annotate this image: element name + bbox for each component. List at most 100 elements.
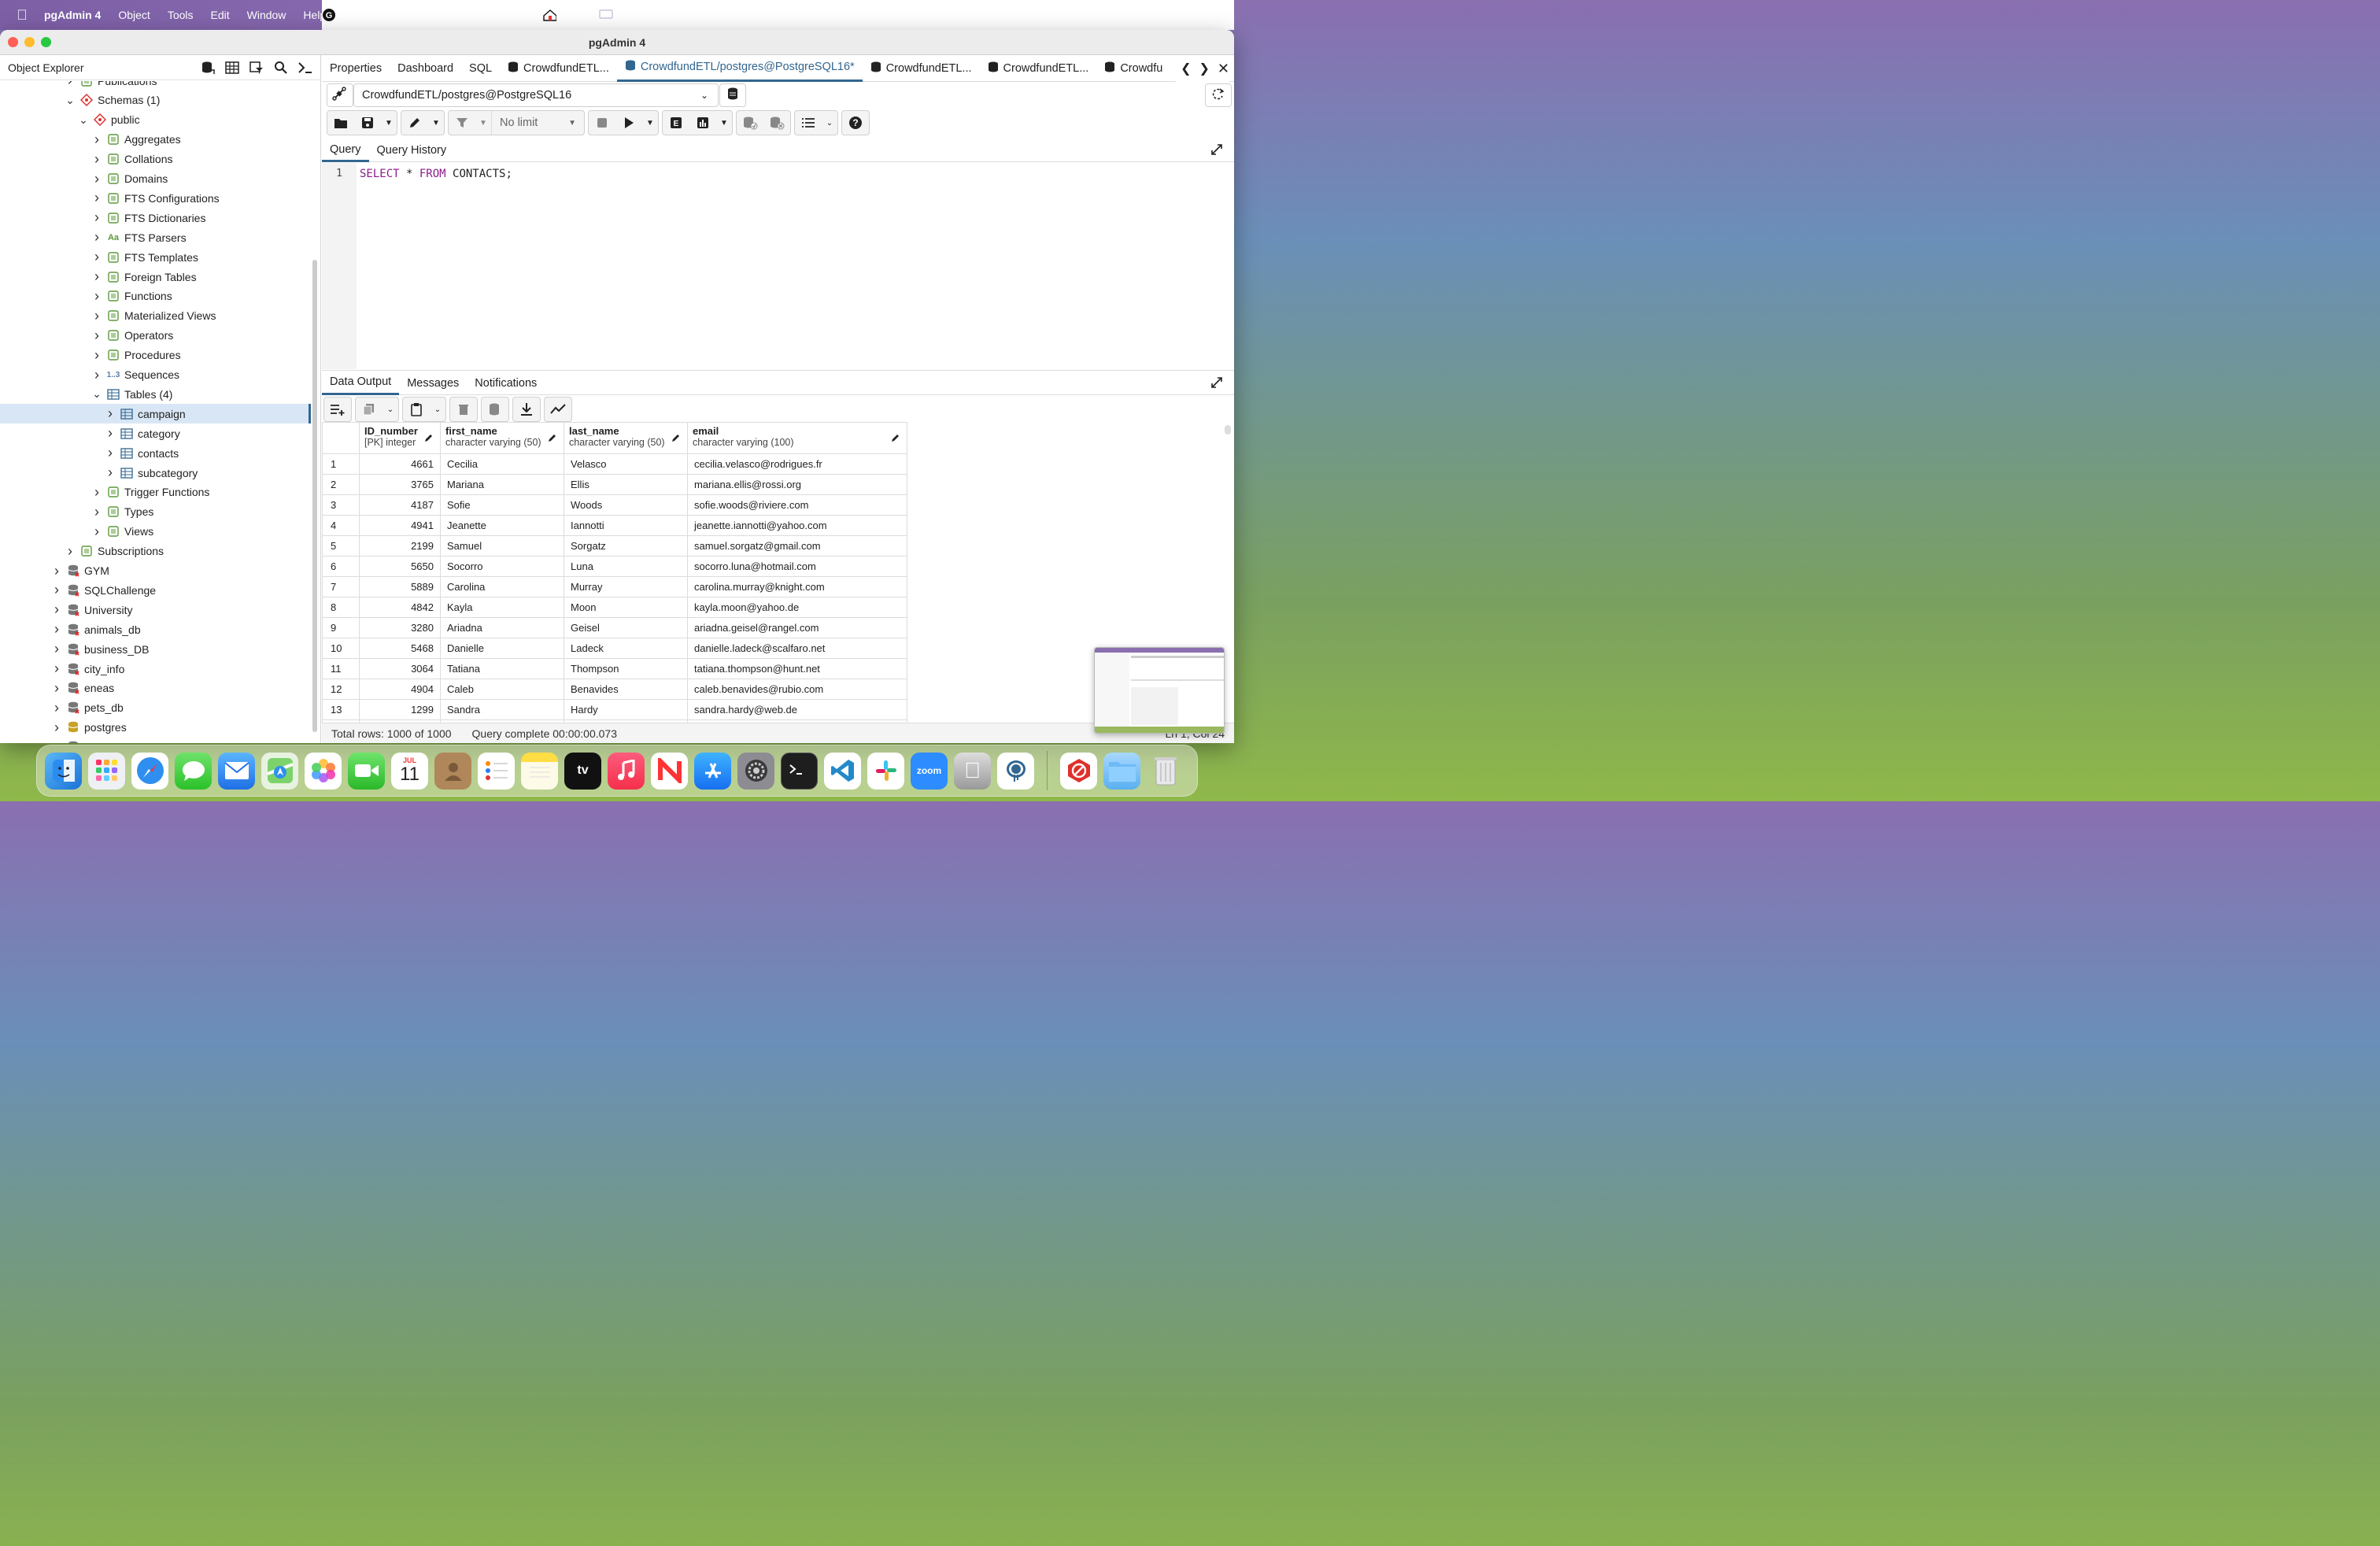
- id-number-cell[interactable]: 4842: [359, 597, 441, 618]
- system-settings-icon[interactable]: [737, 752, 774, 790]
- last-name-cell[interactable]: Sorgatz: [564, 535, 688, 557]
- chevron-right-icon[interactable]: ›: [105, 445, 116, 461]
- maps-icon[interactable]: [261, 752, 298, 790]
- first-name-cell[interactable]: Carolina: [440, 576, 564, 597]
- row-number-cell[interactable]: 1: [322, 453, 360, 475]
- email-cell[interactable]: sofie.woods@riviere.com: [687, 494, 907, 516]
- tab-sql[interactable]: SQL: [461, 55, 500, 82]
- screen-mirror-icon[interactable]: [599, 8, 613, 22]
- table-row[interactable]: 3 4187 Sofie Woods sofie.woods@riviere.com: [322, 494, 907, 516]
- id-number-cell[interactable]: 4904: [359, 679, 441, 700]
- database-query-icon[interactable]: [197, 57, 218, 78]
- contacts-icon[interactable]: [434, 752, 471, 790]
- grammarly-icon[interactable]: G: [322, 8, 336, 22]
- row-number-cell[interactable]: 12: [322, 679, 360, 700]
- email-cell[interactable]: caleb.benavides@rubio.com: [687, 679, 907, 700]
- chevron-right-icon[interactable]: ›: [91, 327, 102, 344]
- apple-icon[interactable]: : [0, 7, 44, 24]
- first-name-cell[interactable]: Socorro: [440, 556, 564, 577]
- chevron-right-icon[interactable]: ›: [91, 190, 102, 206]
- tree-scrollbar[interactable]: [312, 260, 317, 732]
- chevron-right-icon[interactable]: ›: [91, 229, 102, 246]
- tree-item-fts-parsers[interactable]: › Aa FTS Parsers: [0, 227, 311, 247]
- chevron-right-icon[interactable]: ›: [105, 464, 116, 481]
- menu-window[interactable]: Window: [247, 9, 286, 21]
- table-row[interactable]: 7 5889 Carolina Murray carolina.murray@knigh…: [322, 576, 907, 597]
- table-row[interactable]: 13 1299 Sandra Hardy sandra.hardy@web.de: [322, 699, 907, 720]
- vscode-icon[interactable]: [824, 752, 861, 790]
- commit-icon[interactable]: [737, 111, 763, 135]
- id-number-cell[interactable]: 5650: [359, 556, 441, 577]
- control-center-icon[interactable]: [714, 8, 729, 22]
- chevron-right-icon[interactable]: ›: [91, 268, 102, 285]
- chevron-right-icon[interactable]: ›: [51, 700, 62, 716]
- chevron-right-icon[interactable]: ›: [51, 582, 62, 598]
- refresh-button[interactable]: [1205, 83, 1232, 107]
- macros-list-icon[interactable]: [795, 111, 822, 135]
- last-name-cell[interactable]: Luna: [564, 556, 688, 577]
- chevron-right-icon[interactable]: ›: [51, 641, 62, 657]
- table-row[interactable]: 8 4842 Kayla Moon kayla.moon@yahoo.de: [322, 597, 907, 618]
- edit-pencil-icon[interactable]: [401, 111, 428, 135]
- row-number-cell[interactable]: 11: [322, 658, 360, 679]
- mem-stat[interactable]: MEM 49%: [379, 7, 396, 24]
- chevron-right-icon[interactable]: ›: [105, 425, 116, 442]
- paste-icon[interactable]: [403, 398, 430, 421]
- photos-icon[interactable]: [305, 752, 342, 790]
- tree-item-trigger-functions[interactable]: › Trigger Functions: [0, 483, 311, 502]
- psql-tool-icon[interactable]: [294, 57, 316, 78]
- mail-icon[interactable]: [218, 752, 255, 790]
- first-name-cell[interactable]: Jeanette: [440, 515, 564, 536]
- execute-options-chevron-icon[interactable]: ▼: [642, 111, 658, 135]
- tree-item-types[interactable]: › Types: [0, 502, 311, 522]
- explain-icon[interactable]: E: [663, 111, 689, 135]
- expand-output-icon[interactable]: [1210, 376, 1223, 392]
- row-number-cell[interactable]: 8: [322, 597, 360, 618]
- music-icon[interactable]: [608, 752, 645, 790]
- chevron-right-icon[interactable]: ›: [91, 249, 102, 265]
- chevron-right-icon[interactable]: ›: [51, 621, 62, 638]
- last-name-cell[interactable]: Ladeck: [564, 638, 688, 659]
- macros-chevron-icon[interactable]: ⌄: [822, 111, 837, 135]
- first-name-cell[interactable]: Tatiana: [440, 658, 564, 679]
- chevron-right-icon[interactable]: ›: [51, 719, 62, 736]
- messages-icon[interactable]: [175, 752, 212, 790]
- first-name-cell[interactable]: Kayla: [440, 597, 564, 618]
- last-name-cell[interactable]: Iannotti: [564, 515, 688, 536]
- first-name-cell[interactable]: Cecilia: [440, 453, 564, 475]
- app-store-icon[interactable]: [694, 752, 731, 790]
- stop-icon[interactable]: [589, 111, 615, 135]
- tree-item-domains[interactable]: › Domains: [0, 169, 311, 189]
- tree-item-aggregates[interactable]: › Aggregates: [0, 130, 311, 150]
- table-row[interactable]: 10 5468 Danielle Ladeck danielle.ladeck@scal…: [322, 638, 907, 659]
- tree-item-campaign[interactable]: › campaign: [0, 404, 311, 424]
- tree-item-fts-dictionaries[interactable]: › FTS Dictionaries: [0, 208, 311, 227]
- column-header-first-name[interactable]: first_name character varying (50): [440, 422, 564, 454]
- email-cell[interactable]: mariana.ellis@rossi.org: [687, 474, 907, 495]
- tab-query-history[interactable]: Query History: [369, 139, 455, 162]
- email-cell[interactable]: carolina.murray@knight.com: [687, 576, 907, 597]
- tab-crowdfund-4[interactable]: CrowdfundETL...: [980, 55, 1097, 82]
- row-number-cell[interactable]: 5: [322, 535, 360, 557]
- apple-tv-icon[interactable]: tv: [564, 752, 601, 790]
- search-icon[interactable]: [270, 57, 291, 78]
- filter-icon[interactable]: [449, 111, 475, 135]
- email-cell[interactable]: kayla.moon@yahoo.de: [687, 597, 907, 618]
- row-number-cell[interactable]: 6: [322, 556, 360, 577]
- row-number-cell[interactable]: 4: [322, 515, 360, 536]
- open-file-icon[interactable]: [327, 111, 354, 135]
- save-file-icon[interactable]: [354, 111, 381, 135]
- column-header-email[interactable]: email character varying (100): [687, 422, 907, 454]
- chevron-right-icon[interactable]: ›: [91, 288, 102, 305]
- filtered-rows-icon[interactable]: [246, 57, 267, 78]
- chevron-right-icon[interactable]: ›: [91, 308, 102, 324]
- first-name-cell[interactable]: Sandra: [440, 699, 564, 720]
- last-name-cell[interactable]: Moon: [564, 597, 688, 618]
- id-number-cell[interactable]: 4941: [359, 515, 441, 536]
- id-number-cell[interactable]: 1299: [359, 699, 441, 720]
- reminders-icon[interactable]: [478, 752, 515, 790]
- explain-analyze-icon[interactable]: [689, 111, 716, 135]
- tree-item-sqlchallenge[interactable]: › SQLChallenge: [0, 580, 311, 600]
- first-name-cell[interactable]: Sofie: [440, 494, 564, 516]
- slack-icon[interactable]: [867, 752, 904, 790]
